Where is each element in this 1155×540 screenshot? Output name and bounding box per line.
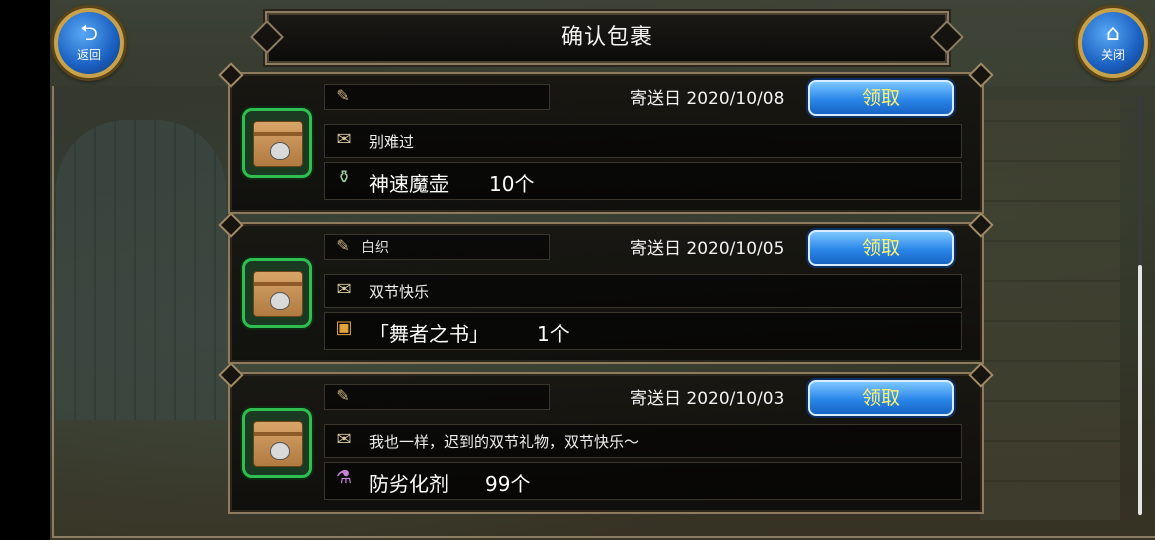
item-field: ▣ 「舞者之书」 1个 xyxy=(324,312,962,350)
item-quantity: 1个 xyxy=(537,322,570,346)
message-text: 我也一样，迟到的双节礼物，双节快乐～ xyxy=(369,433,640,451)
claim-button[interactable]: 领取 xyxy=(808,80,954,116)
message-field: ✉ 我也一样，迟到的双节礼物，双节快乐～ xyxy=(324,424,962,458)
message-field: ✉ 双节快乐 xyxy=(324,274,962,308)
page-title: 确认包裹 xyxy=(560,25,653,50)
feather-pen-icon: ✎ xyxy=(336,236,350,255)
send-date-value: 2020/10/03 xyxy=(686,389,785,409)
potion-bottle-icon: ⚱ xyxy=(336,167,352,188)
book-icon: ▣ xyxy=(335,317,353,338)
scroll-icon: ✉ xyxy=(336,279,352,300)
back-label: 返回 xyxy=(76,48,101,62)
claim-button[interactable]: 领取 xyxy=(808,380,954,416)
item-field: ⚱ 神速魔壶 10个 xyxy=(324,162,962,200)
feather-pen-icon: ✎ xyxy=(336,386,350,405)
sender-field: ✎ xyxy=(324,84,550,110)
left-letterbox xyxy=(0,0,50,540)
scroll-icon: ✉ xyxy=(336,129,352,150)
item-name: 「舞者之书」 xyxy=(369,322,489,346)
parcel-card: ✎ 寄送日 2020/10/03 领取 ✉ 我也一样，迟到的双节礼物，双节快乐～… xyxy=(228,372,984,514)
scroll-icon: ✉ xyxy=(336,429,352,450)
close-label: 关闭 xyxy=(1100,48,1125,62)
item-quantity: 99个 xyxy=(485,472,531,496)
item-quantity: 10个 xyxy=(489,172,535,196)
message-field: ✉ 别难过 xyxy=(324,124,962,158)
title-bar: 确认包裹 xyxy=(250,11,964,65)
claim-button[interactable]: 领取 xyxy=(808,230,954,266)
close-button[interactable]: ⌂ 关闭 xyxy=(1078,8,1148,78)
send-date: 寄送日 2020/10/08 xyxy=(630,84,784,109)
item-name: 神速魔壶 xyxy=(369,172,449,196)
scrollbar-thumb[interactable] xyxy=(1138,265,1142,515)
game-scene: 确认包裹 ⮌ 返回 ⌂ 关闭 ✎ 寄送日 2020/10/08 领取 ✉ 别难过… xyxy=(0,0,1155,540)
send-date: 寄送日 2020/10/05 xyxy=(630,234,784,259)
send-date-value: 2020/10/08 xyxy=(686,89,785,109)
parcel-card: ✎ 寄送日 2020/10/08 领取 ✉ 别难过 ⚱ 神速魔壶 10个 xyxy=(228,72,984,214)
back-button[interactable]: ⮌ 返回 xyxy=(54,8,124,78)
item-field: ⚗ 防劣化剂 99个 xyxy=(324,462,962,500)
message-text: 别难过 xyxy=(369,133,415,151)
send-date-label: 寄送日 xyxy=(630,239,681,259)
send-date-value: 2020/10/05 xyxy=(686,239,785,259)
package-icon xyxy=(242,108,312,178)
send-date-label: 寄送日 xyxy=(630,389,681,409)
sender-name: 白织 xyxy=(361,240,389,256)
send-date: 寄送日 2020/10/03 xyxy=(630,384,784,409)
message-text: 双节快乐 xyxy=(369,283,430,301)
back-arrow-icon: ⮌ xyxy=(80,21,98,46)
flask-icon: ⚗ xyxy=(335,467,353,488)
parcel-card: ✎ 白织 寄送日 2020/10/05 领取 ✉ 双节快乐 ▣ 「舞者之书」 1… xyxy=(228,222,984,364)
item-name: 防劣化剂 xyxy=(369,472,449,496)
sender-field: ✎ 白织 xyxy=(324,234,550,260)
sender-field: ✎ xyxy=(324,384,550,410)
package-icon xyxy=(242,408,312,478)
feather-pen-icon: ✎ xyxy=(336,86,350,105)
send-date-label: 寄送日 xyxy=(630,89,681,109)
package-icon xyxy=(242,258,312,328)
home-icon: ⌂ xyxy=(1106,21,1120,46)
